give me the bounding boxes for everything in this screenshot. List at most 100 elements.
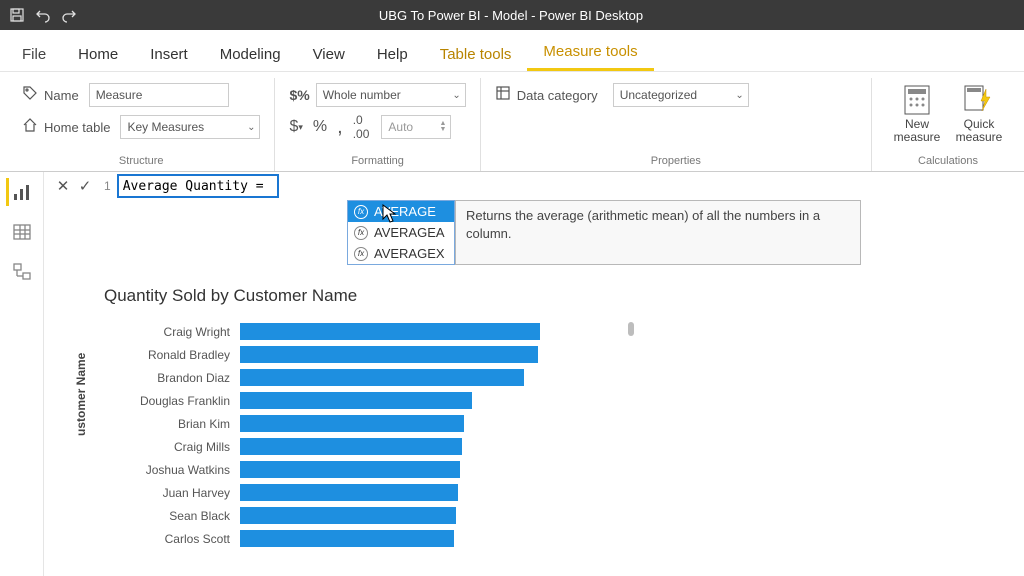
bar-row[interactable]: Ronald Bradley (104, 345, 540, 364)
data-category-select[interactable]: Uncategorized⌄ (613, 83, 749, 107)
group-caption-structure: Structure (22, 155, 260, 169)
formula-bar: ✕ ✓ 1 (44, 172, 1024, 200)
bar-row[interactable]: Juan Harvey (104, 483, 540, 502)
group-calculations: New measure Quick measure Calculations (872, 78, 1024, 171)
save-icon[interactable] (8, 6, 26, 24)
percent-icon[interactable]: % (313, 118, 327, 136)
bar-row[interactable]: Carlos Scott (104, 529, 540, 548)
tab-help[interactable]: Help (361, 36, 424, 71)
bar-value (240, 461, 460, 478)
autocomplete-description: Returns the average (arithmetic mean) of… (455, 200, 861, 265)
bar-value (240, 415, 464, 432)
name-input[interactable]: Measure (89, 83, 229, 107)
bar-row[interactable]: Craig Wright (104, 322, 540, 341)
bar-category-label: Joshua Watkins (104, 463, 240, 477)
chevron-down-icon: ⌄ (247, 122, 255, 133)
format-icon: $% (289, 87, 309, 103)
view-rail (0, 172, 44, 576)
canvas: ✕ ✓ 1 fxAVERAGE fxAVERAGEA fxAVERAGEX Re… (44, 172, 1024, 576)
formula-input[interactable] (123, 179, 273, 194)
workspace: ✕ ✓ 1 fxAVERAGE fxAVERAGEA fxAVERAGEX Re… (0, 172, 1024, 576)
titlebar: UBG To Power BI - Model - Power BI Deskt… (0, 0, 1024, 30)
autocomplete-item[interactable]: fxAVERAGEA (348, 222, 454, 243)
tab-measure-tools[interactable]: Measure tools (527, 33, 653, 71)
tab-table-tools[interactable]: Table tools (424, 36, 528, 71)
quick-measure-button[interactable]: Quick measure (948, 82, 1010, 151)
line-number: 1 (104, 179, 111, 193)
tab-file[interactable]: File (6, 36, 62, 71)
group-caption-calculations: Calculations (886, 155, 1010, 169)
cancel-formula-icon[interactable]: ✕ (52, 175, 74, 197)
tab-modeling[interactable]: Modeling (204, 36, 297, 71)
bar-value (240, 438, 462, 455)
home-table-label: Home table (44, 120, 110, 135)
bar-category-label: Ronald Bradley (104, 348, 240, 362)
group-structure: Name Measure Home table Key Measures⌄ St… (8, 78, 275, 171)
tab-insert[interactable]: Insert (134, 36, 204, 71)
decimal-places-input[interactable]: Auto ▲▼ (381, 115, 451, 139)
undo-icon[interactable] (34, 6, 52, 24)
data-view-icon[interactable] (8, 218, 36, 246)
model-view-icon[interactable] (8, 258, 36, 286)
bar-row[interactable]: Joshua Watkins (104, 460, 540, 479)
category-icon (495, 85, 511, 106)
bar-category-label: Juan Harvey (104, 486, 240, 500)
bar-category-label: Carlos Scott (104, 532, 240, 546)
ribbon: Name Measure Home table Key Measures⌄ St… (0, 72, 1024, 172)
chart-bars: Craig Wright Ronald Bradley Brandon Diaz Do… (104, 322, 540, 548)
chevron-down-icon: ⌄ (735, 90, 743, 101)
home-icon (22, 117, 38, 138)
report-view-icon[interactable] (6, 178, 34, 206)
window-title: UBG To Power BI - Model - Power BI Deskt… (86, 8, 1016, 23)
bar-category-label: Brandon Diaz (104, 371, 240, 385)
bar-category-label: Douglas Franklin (104, 394, 240, 408)
spinner-icon[interactable]: ▲▼ (439, 121, 446, 133)
bar-category-label: Brian Kim (104, 417, 240, 431)
bar-value (240, 369, 524, 386)
home-table-select[interactable]: Key Measures⌄ (120, 115, 260, 139)
new-measure-button[interactable]: New measure (886, 82, 948, 151)
bar-row[interactable]: Craig Mills (104, 437, 540, 456)
redo-icon[interactable] (60, 6, 78, 24)
bar-category-label: Sean Black (104, 509, 240, 523)
bar-value (240, 346, 538, 363)
commit-formula-icon[interactable]: ✓ (74, 175, 96, 197)
comma-icon[interactable]: , (337, 122, 343, 132)
tab-home[interactable]: Home (62, 36, 134, 71)
group-formatting: $% Whole number⌄ $ ▾ % , .0.00 Auto ▲▼ F… (275, 78, 480, 171)
bar-chart[interactable]: Quantity Sold by Customer Name ustomer N… (104, 286, 540, 548)
bar-row[interactable]: Douglas Franklin (104, 391, 540, 410)
bar-row[interactable]: Brandon Diaz (104, 368, 540, 387)
tag-icon (22, 85, 38, 106)
bar-category-label: Craig Mills (104, 440, 240, 454)
function-icon: fx (354, 226, 368, 240)
chart-scrollbar[interactable] (628, 322, 634, 336)
bar-category-label: Craig Wright (104, 325, 240, 339)
function-icon: fx (354, 247, 368, 261)
format-select[interactable]: Whole number⌄ (316, 83, 466, 107)
ribbon-tabs: File Home Insert Modeling View Help Tabl… (0, 30, 1024, 72)
function-icon: fx (354, 205, 368, 219)
currency-icon[interactable]: $ ▾ (289, 118, 302, 136)
calculator-lightning-icon (963, 84, 995, 116)
group-caption-formatting: Formatting (289, 155, 465, 169)
autocomplete-list: fxAVERAGE fxAVERAGEA fxAVERAGEX (347, 200, 455, 265)
bar-row[interactable]: Brian Kim (104, 414, 540, 433)
y-axis-title: ustomer Name (74, 353, 88, 436)
autocomplete-item[interactable]: fxAVERAGE (348, 201, 454, 222)
name-label: Name (44, 88, 79, 103)
bar-value (240, 323, 540, 340)
formula-input-wrap[interactable] (117, 174, 279, 198)
bar-value (240, 530, 454, 547)
bar-value (240, 507, 456, 524)
autocomplete-item[interactable]: fxAVERAGEX (348, 243, 454, 264)
decimal-icon[interactable]: .0.00 (353, 113, 370, 141)
tab-view[interactable]: View (297, 36, 361, 71)
group-properties: Data category Uncategorized⌄ Properties (481, 78, 872, 171)
chart-title: Quantity Sold by Customer Name (104, 286, 540, 306)
bar-value (240, 392, 472, 409)
autocomplete-popup: fxAVERAGE fxAVERAGEA fxAVERAGEX Returns … (347, 200, 861, 265)
calculator-icon (901, 84, 933, 116)
chevron-down-icon: ⌄ (452, 90, 460, 101)
bar-row[interactable]: Sean Black (104, 506, 540, 525)
